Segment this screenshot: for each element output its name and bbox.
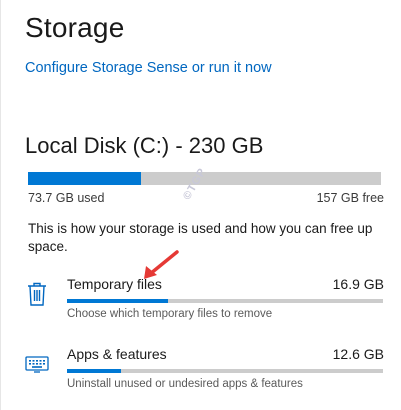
annotation-arrow [144, 250, 179, 279]
disk-title: Local Disk (C:) - 230 GB [25, 133, 264, 158]
category-subtitle: Choose which temporary files to remove [67, 308, 273, 320]
category-usage-bar [67, 299, 383, 303]
trash-icon [23, 280, 51, 308]
category-temporary-files[interactable]: Temporary files 16.9 GB Choose which tem… [1, 266, 401, 326]
category-usage-fill [67, 369, 121, 373]
category-subtitle: Uninstall unused or undesired apps & fea… [67, 378, 303, 390]
configure-storage-sense-link[interactable]: Configure Storage Sense or run it now [25, 60, 272, 76]
category-usage-bar [67, 369, 383, 373]
category-usage-fill [67, 299, 169, 303]
category-size: 12.6 GB [332, 346, 384, 362]
category-apps-features[interactable]: Apps & features 12.6 GB Uninstall unused… [1, 336, 401, 396]
disk-usage-fill [28, 172, 141, 185]
category-name: Apps & features [67, 346, 167, 362]
disk-free-label: 157 GB free [316, 191, 384, 205]
page-title: Storage [25, 12, 125, 43]
keyboard-icon [23, 350, 51, 378]
storage-description: This is how your storage is used and how… [28, 221, 373, 254]
storage-settings-page: Storage Configure Storage Sense or run i… [0, 0, 401, 410]
category-size: 16.9 GB [332, 276, 384, 292]
disk-used-label: 73.7 GB used [28, 191, 105, 205]
